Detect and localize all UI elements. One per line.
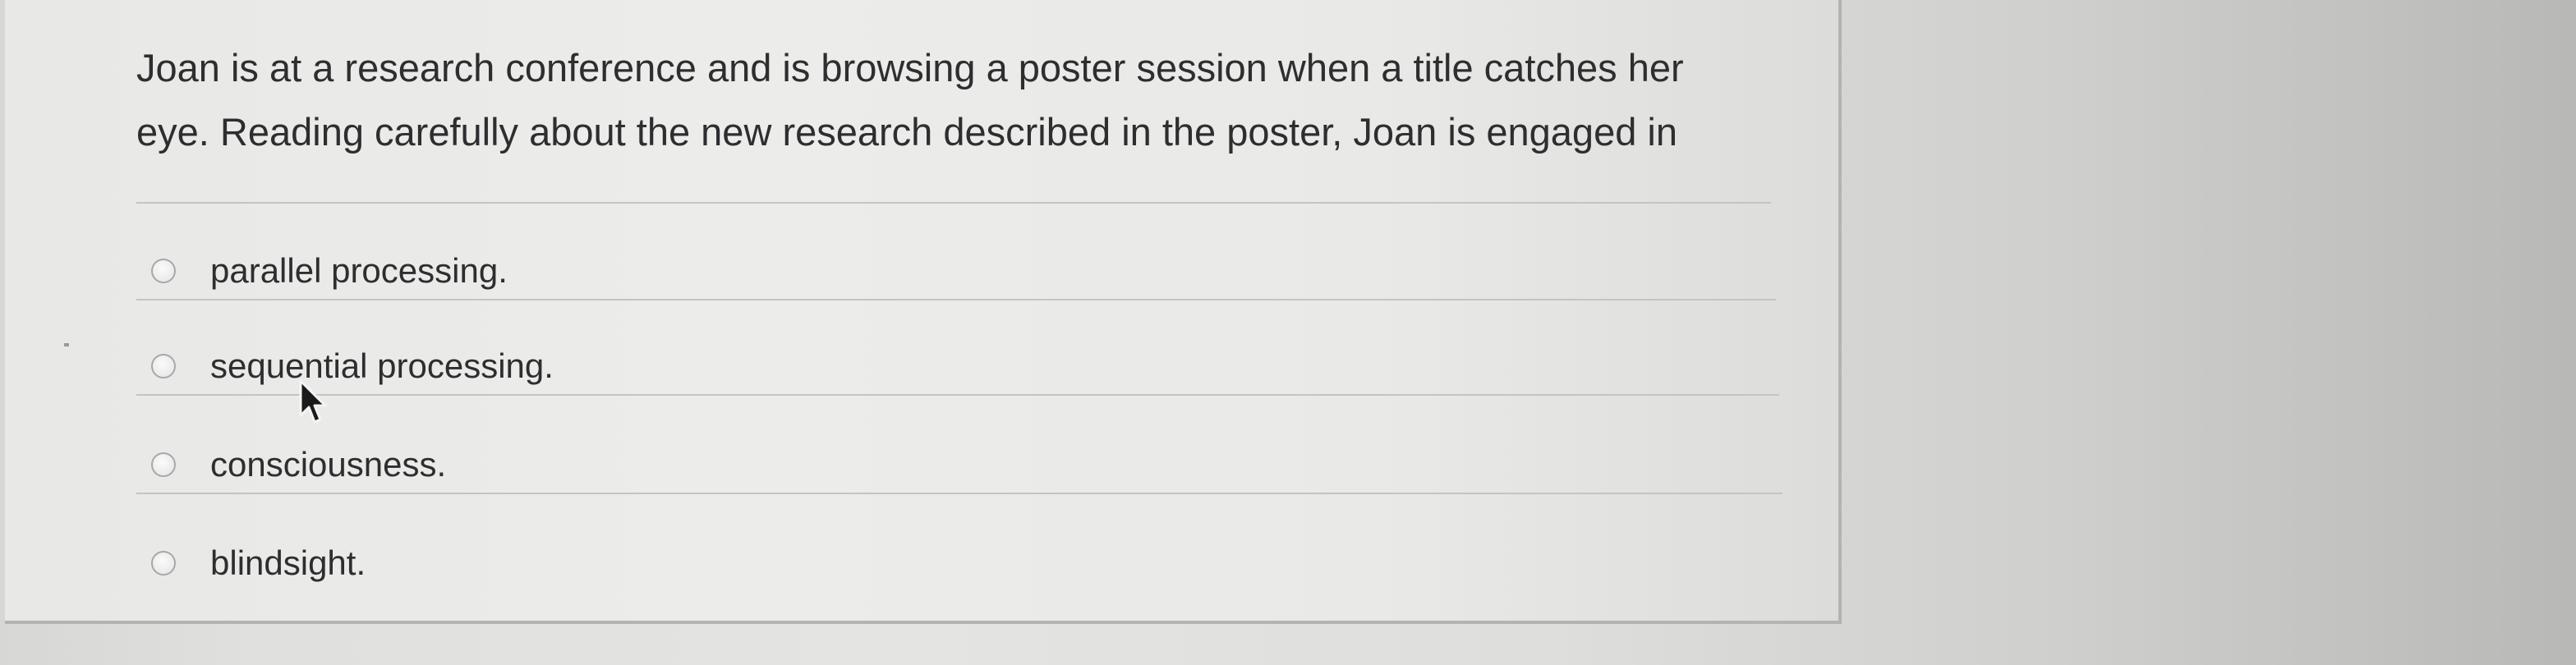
- question-text: Joan is at a research conference and is …: [136, 46, 1684, 154]
- option-divider: [136, 493, 1782, 494]
- option-sequential-processing[interactable]: sequential processing.: [151, 340, 554, 392]
- option-blindsight[interactable]: blindsight.: [151, 537, 366, 589]
- question-divider: [136, 202, 1771, 204]
- radio-button-icon[interactable]: [151, 259, 176, 283]
- edge-mark: [64, 343, 69, 346]
- option-label[interactable]: consciousness.: [210, 445, 446, 484]
- option-label[interactable]: blindsight.: [210, 543, 366, 583]
- option-label[interactable]: sequential processing.: [210, 346, 554, 386]
- option-label[interactable]: parallel processing.: [210, 251, 508, 291]
- option-divider: [136, 394, 1779, 396]
- radio-button-icon[interactable]: [151, 551, 176, 576]
- mouse-pointer-icon: [299, 379, 327, 424]
- option-parallel-processing[interactable]: parallel processing.: [151, 245, 508, 297]
- question-panel: Joan is at a research conference and is …: [5, 0, 1842, 624]
- radio-button-icon[interactable]: [151, 452, 176, 477]
- radio-button-icon[interactable]: [151, 354, 176, 378]
- option-divider: [136, 299, 1776, 300]
- option-consciousness[interactable]: consciousness.: [151, 438, 446, 491]
